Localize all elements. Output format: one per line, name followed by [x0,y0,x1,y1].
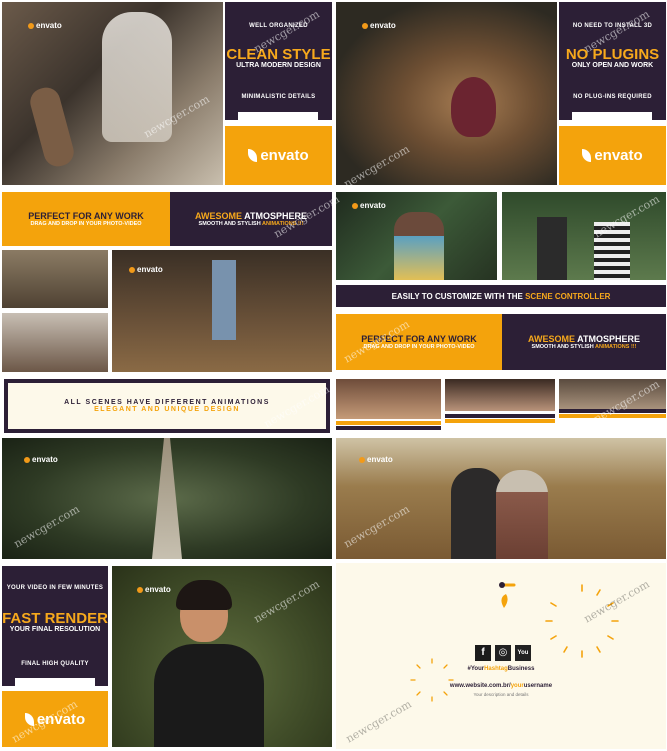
envato-brand: envato [582,147,643,164]
woman-back [496,470,548,559]
strip-part-a: EASILY TO CUSTOMIZE [391,291,482,301]
strip-text: EASILY TO CUSTOMIZE WITH THE SCENE CONTR… [392,292,611,301]
logo-text: envato [137,265,163,274]
brand-text: envato [594,147,643,164]
sub-part-b: ANIMATIONS !!! [595,344,637,350]
white-bar [572,112,652,120]
card-title: FAST RENDER [2,610,108,627]
leaf-mark [501,594,508,608]
dinner-photo [336,379,441,419]
website-c: username [523,683,553,689]
website-b: your [510,683,524,689]
customize-strip: EASILY TO CUSTOMIZE WITH THE SCENE CONTR… [336,285,666,307]
bottom-label: MINIMALISTIC DETAILS [241,93,316,100]
social-icons: f ◎ You [468,645,538,661]
jeans-legs [212,260,236,340]
strip-part-b: WITH THE [484,291,523,301]
envato-logo-small: envato [359,455,393,464]
card-subtitle: ONLY OPEN AND WORK [571,61,654,69]
card-subtitle: YOUR FINAL RESOLUTION [9,626,101,633]
woman-hair [176,580,232,610]
boots-photo [2,250,108,308]
quote-line1: ALL SCENES HAVE DIFFERENT ANIMATIONS [64,399,270,406]
cabin-photo [2,313,108,372]
envato-logo-small: envato [362,21,396,30]
card-subtitle: ULTRA MODERN DESIGN [236,61,321,69]
quote-line2: ELEGANT AND UNIQUE DESIGN [94,406,240,413]
envato-brand: envato [248,147,309,164]
envato-dot-icon [24,456,30,463]
facebook-icon[interactable]: f [475,645,491,661]
logo-text: envato [370,21,396,30]
bottom-label: FINAL HIGH QUALITY [21,661,89,667]
dark-bar [336,426,441,430]
youtube-icon[interactable]: You [515,645,531,661]
banner-perfect: PERFECT FOR ANY WORK DRAG AND DROP IN YO… [2,192,170,246]
title-part-b: ATMOSPHERE [577,334,641,344]
logo-text: envato [367,455,393,464]
envato-dot-icon [28,22,34,29]
logo-text: envato [145,585,171,594]
logo-text: envato [360,201,386,210]
title-part-a: AWESOME [527,334,575,344]
dot-mark [499,582,505,588]
panel-all-scenes: ALL SCENES HAVE DIFFERENT ANIMATIONS ELE… [2,376,332,559]
card-title: NO PLUGINS [565,45,660,63]
friends-photo [445,379,555,411]
woman-figure [394,212,444,280]
banner-title: AWESOME ATMOSPHERE [528,334,640,344]
hashtag-c: Business [507,666,535,672]
banner-sub: DRAG AND DROP IN YOUR PHOTO-VIDEO [30,221,142,227]
top-label: YOUR VIDEO IN FEW MINUTES [6,585,104,591]
brand-card: envato [225,126,332,185]
info-card-top: YOUR VIDEO IN FEW MINUTES FAST RENDER YO… [2,566,108,686]
card-title: CLEAN STYLE [226,45,331,63]
sub-part-a: SMOOTH AND STYLISH [531,344,594,350]
sub-part-a: SMOOTH AND STYLISH [198,221,261,227]
description-line: Your description and details [473,692,529,697]
envato-dot-icon [137,586,143,593]
envato-leaf-icon [248,149,258,162]
brand-text: envato [260,147,309,164]
man-figure [537,217,567,280]
banner-sub: SMOOTH AND STYLISH ANIMATIONS !!! [532,344,637,350]
envato-logo-small: envato [129,265,163,274]
envato-logo-small: envato [24,455,58,464]
bottom-label: NO PLUG-INS REQUIRED [573,93,652,100]
dark-bar [445,414,555,418]
banner-awesome: AWESOME ATMOSPHERE SMOOTH AND STYLISH AN… [502,314,666,370]
envato-dot-icon [362,22,368,29]
envato-logo-small: envato [137,585,171,594]
envato-leaf-icon [582,149,592,162]
lioness-mouth [451,77,496,137]
website-a: www.website.com.br/ [449,683,511,689]
envato-dot-icon [359,456,365,463]
envato-logo-small: envato [28,21,62,30]
instagram-icon[interactable]: ◎ [495,645,511,661]
white-bar [15,678,95,686]
orange-bar [445,419,555,423]
woman-sweater [154,644,264,747]
banner-title: PERFECT FOR ANY WORK [28,211,144,221]
panel-perfect-for-any-work: PERFECT FOR ANY WORK DRAG AND DROP IN YO… [2,189,332,372]
website-line[interactable]: www.website.com.br/yourusername [336,683,666,689]
white-bar [238,112,318,120]
brand-card: envato [559,126,666,185]
envato-logo-small: envato [352,201,386,210]
hashtag-b: Hashtag [484,666,508,672]
logo-text: envato [36,21,62,30]
envato-dot-icon [129,266,135,273]
dash-ring-large [545,584,619,658]
skateboard-shape [27,84,77,170]
quote-box: ALL SCENES HAVE DIFFERENT ANIMATIONS ELE… [4,379,330,433]
strip-part-c: SCENE CONTROLLER [525,291,611,301]
envato-dot-icon [352,202,358,209]
bridge-walkway [152,438,182,559]
hashtag-a: #Your [467,666,485,672]
logo-text: envato [32,455,58,464]
title-part-a: AWESOME [194,211,242,221]
hashtag-line: #YourHashtagBusiness [336,666,666,672]
orange-bar [336,421,441,425]
